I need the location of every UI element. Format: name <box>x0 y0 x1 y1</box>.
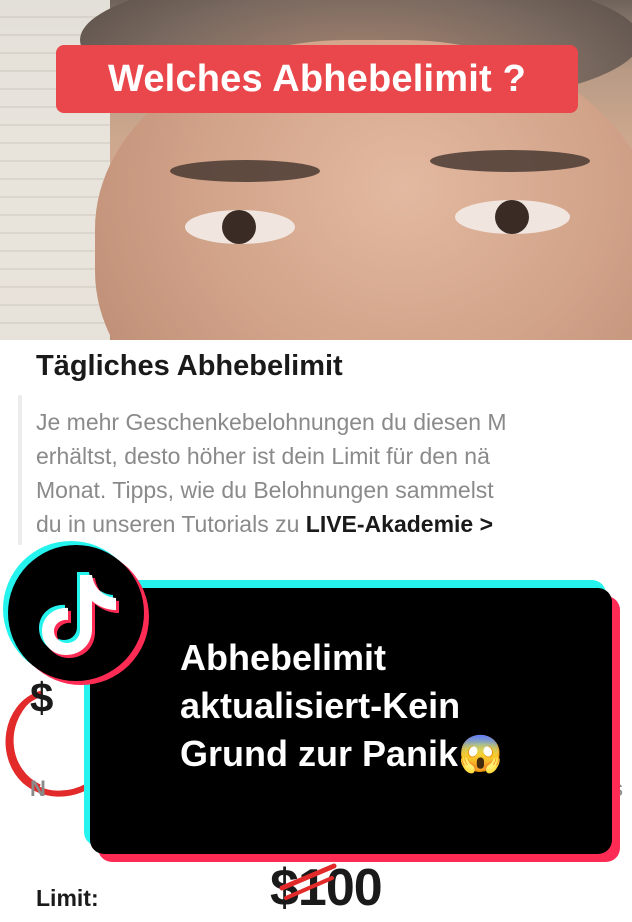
tiktok-note-icon <box>39 572 119 658</box>
description-accent-bar <box>18 395 22 545</box>
right-iris <box>495 200 529 234</box>
video-caption-pill: Welches Abhebelimit ? <box>56 45 578 113</box>
overlay-caption-text: Abhebelimit aktualisiert-Kein Grund zur … <box>180 634 600 778</box>
left-iris <box>222 210 256 244</box>
description-line: erhältst, desto höher ist dein Limit für… <box>36 443 490 469</box>
red-strike-annotation <box>279 863 337 900</box>
description-line: Je mehr Geschenkebelohnungen du diesen M <box>36 409 507 435</box>
live-academy-link[interactable]: LIVE-Akademie > <box>306 511 493 537</box>
description-text: Je mehr Geschenkebelohnungen du diesen M… <box>36 405 632 541</box>
partial-currency-symbol: $ <box>30 674 54 721</box>
overlay-caption-line: aktualisiert-Kein <box>180 685 461 726</box>
live-academy-link-label: LIVE-Akademie <box>305 511 474 537</box>
overlay-caption-line: Abhebelimit <box>180 637 387 678</box>
overlay-caption-line: Grund zur Panik😱 <box>180 733 503 774</box>
section-title: Tägliches Abhebelimit <box>36 350 343 382</box>
description-line-with-link: du in unseren Tutorials zu LIVE-Akademie… <box>36 507 632 541</box>
partial-label-left: N <box>30 776 46 801</box>
left-brow <box>170 160 320 182</box>
right-brow <box>430 150 590 172</box>
tiktok-logo-icon <box>8 545 144 681</box>
description-line: du in unseren Tutorials zu <box>36 511 306 537</box>
chevron-right-icon: > <box>479 511 494 537</box>
limit-label: Limit: <box>36 885 99 911</box>
description-line: Monat. Tipps, wie du Belohnungen sammels… <box>36 477 494 503</box>
